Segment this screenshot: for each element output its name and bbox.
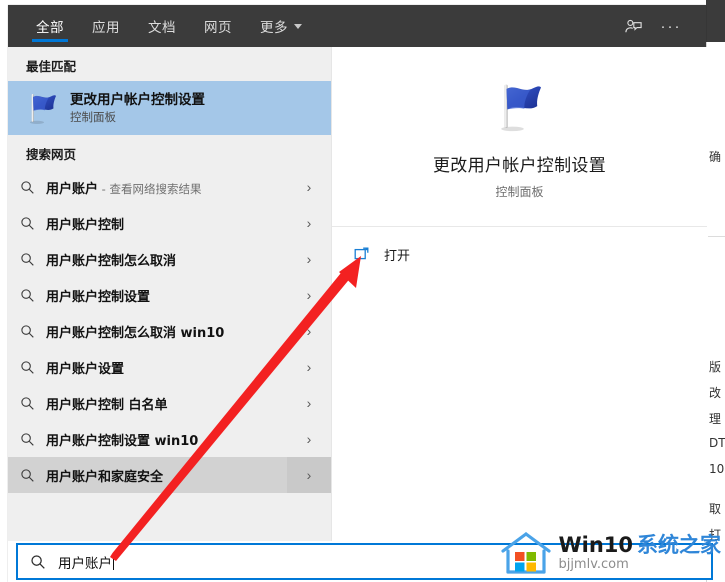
tab-web-label: 网页	[204, 20, 232, 36]
tab-documents[interactable]: 文档	[134, 5, 190, 47]
tabbar-spacer	[316, 5, 614, 47]
tab-more[interactable]: 更多	[246, 5, 316, 47]
background-divider	[708, 236, 725, 237]
search-icon	[8, 216, 46, 231]
chevron-right-icon[interactable]: ›	[287, 457, 331, 493]
background-app-header	[706, 0, 725, 42]
watermark-brand: Win10	[558, 532, 633, 557]
best-match-title: 更改用户帐户控制设置	[70, 91, 205, 108]
uac-flag-icon	[489, 77, 551, 137]
best-match-item[interactable]: 更改用户帐户控制设置 控制面板	[8, 81, 331, 135]
chevron-right-icon[interactable]: ›	[287, 169, 331, 205]
search-tabbar: 全部 应用 文档 网页 更多 ···	[8, 5, 706, 47]
web-result-label: 用户账户和家庭安全	[46, 469, 164, 485]
watermark-text: Win10 系统之家 bjjmlv.com	[558, 534, 721, 572]
preview-actions: 打开	[332, 227, 707, 267]
web-result-row[interactable]: 用户账户和家庭安全 ›	[8, 457, 331, 493]
web-result-label: 用户账户控制设置	[46, 289, 151, 305]
web-result-label: 用户账户控制怎么取消	[46, 253, 177, 269]
search-input-value: 用户账户	[58, 555, 112, 572]
background-text-fragment: 理	[709, 412, 722, 426]
chevron-right-icon[interactable]: ›	[287, 205, 331, 241]
text-caret	[113, 553, 114, 570]
web-result-row[interactable]: 用户账户控制 白名单 ›	[8, 385, 331, 421]
background-text-fragment: 取	[709, 502, 722, 516]
web-results-list: 用户账户 - 查看网络搜索结果 › 用户账户控制 › 用户账户控制怎么取消 › 用户账户控制…	[8, 169, 331, 493]
web-result-row[interactable]: 用户账户控制怎么取消 win10 ›	[8, 313, 331, 349]
preview-card: 更改用户帐户控制设置 控制面板	[332, 47, 707, 227]
web-result-row[interactable]: 用户账户设置 ›	[8, 349, 331, 385]
uac-flag-icon	[22, 88, 62, 128]
background-text-fragment: 确	[709, 150, 722, 164]
preview-pane: 更改用户帐户控制设置 控制面板 打开	[331, 47, 707, 541]
background-text-fragment: 10	[709, 462, 725, 476]
background-text-fragment: DT	[709, 436, 725, 450]
background-text-fragment: 版	[709, 360, 722, 374]
ellipsis-label: ···	[660, 17, 682, 35]
chevron-right-icon[interactable]: ›	[287, 349, 331, 385]
chevron-right-icon[interactable]: ›	[287, 277, 331, 313]
preview-title: 更改用户帐户控制设置	[433, 156, 606, 176]
watermark-domain: bjjmlv.com	[558, 557, 629, 573]
chevron-right-icon[interactable]: ›	[287, 241, 331, 277]
web-result-label: 用户账户设置	[46, 361, 125, 377]
best-match-header: 最佳匹配	[26, 59, 77, 74]
preview-subtitle: 控制面板	[495, 185, 544, 199]
search-icon	[8, 468, 46, 483]
web-result-label-main: 用户账户	[46, 181, 99, 197]
tab-documents-label: 文档	[148, 20, 176, 36]
web-result-suffix: - 查看网络搜索结果	[98, 181, 202, 196]
web-result-row[interactable]: 用户账户 - 查看网络搜索结果 ›	[8, 169, 331, 205]
web-result-label: 用户账户控制设置 win10	[46, 433, 199, 449]
background-text-fragment: 改	[709, 386, 722, 400]
windows-search-flyout: 全部 应用 文档 网页 更多 ··· 最佳匹配 更改用户帐户控制设置 控制面板 …	[8, 5, 713, 582]
chevron-right-icon[interactable]: ›	[287, 421, 331, 457]
web-result-label: 用户账户控制怎么取消 win10	[46, 325, 225, 341]
background-page-strip: 确 版 改 理 DT 10 取 打	[706, 0, 725, 582]
open-action[interactable]: 打开	[354, 241, 707, 267]
tab-apps-label: 应用	[92, 20, 120, 36]
watermark: Win10 系统之家 bjjmlv.com	[500, 526, 721, 580]
web-result-label: 用户账户控制	[46, 217, 125, 233]
web-result-label: 用户账户控制 白名单	[46, 397, 168, 413]
watermark-brand-cn: 系统之家	[637, 532, 721, 557]
tab-all[interactable]: 全部	[22, 5, 78, 47]
search-icon	[8, 396, 46, 411]
open-action-label: 打开	[384, 248, 411, 264]
watermark-brand-line: Win10 系统之家	[558, 534, 721, 556]
feedback-person-icon[interactable]	[614, 5, 652, 47]
search-icon	[8, 324, 46, 339]
best-match-subtitle: 控制面板	[70, 110, 116, 125]
win10-house-logo	[501, 532, 552, 574]
web-result-row[interactable]: 用户账户控制 ›	[8, 205, 331, 241]
chevron-right-icon[interactable]: ›	[287, 385, 331, 421]
search-icon	[8, 360, 46, 375]
chevron-down-icon	[294, 23, 302, 29]
open-external-icon	[354, 246, 376, 262]
tab-web[interactable]: 网页	[190, 5, 246, 47]
web-result-row[interactable]: 用户账户控制设置 win10 ›	[8, 421, 331, 457]
web-search-header: 搜索网页	[26, 147, 77, 162]
search-icon	[18, 554, 58, 570]
tab-apps[interactable]: 应用	[78, 5, 134, 47]
search-icon	[8, 252, 46, 267]
search-icon	[8, 180, 46, 195]
best-match-text: 更改用户帐户控制设置 控制面板	[70, 91, 205, 125]
ellipsis-icon[interactable]: ···	[652, 5, 706, 47]
results-pane: 最佳匹配 更改用户帐户控制设置 控制面板 搜索网页 用户账户 - 查看网络搜索结…	[8, 47, 331, 541]
tab-more-label: 更多	[260, 20, 288, 36]
web-result-label: 用户账户 - 查看网络搜索结果	[46, 178, 287, 197]
search-content: 最佳匹配 更改用户帐户控制设置 控制面板 搜索网页 用户账户 - 查看网络搜索结…	[8, 47, 707, 541]
web-result-row[interactable]: 用户账户控制怎么取消 ›	[8, 241, 331, 277]
chevron-right-icon[interactable]: ›	[287, 313, 331, 349]
web-result-row[interactable]: 用户账户控制设置 ›	[8, 277, 331, 313]
search-icon	[8, 288, 46, 303]
tab-all-label: 全部	[36, 20, 64, 36]
search-icon	[8, 432, 46, 447]
